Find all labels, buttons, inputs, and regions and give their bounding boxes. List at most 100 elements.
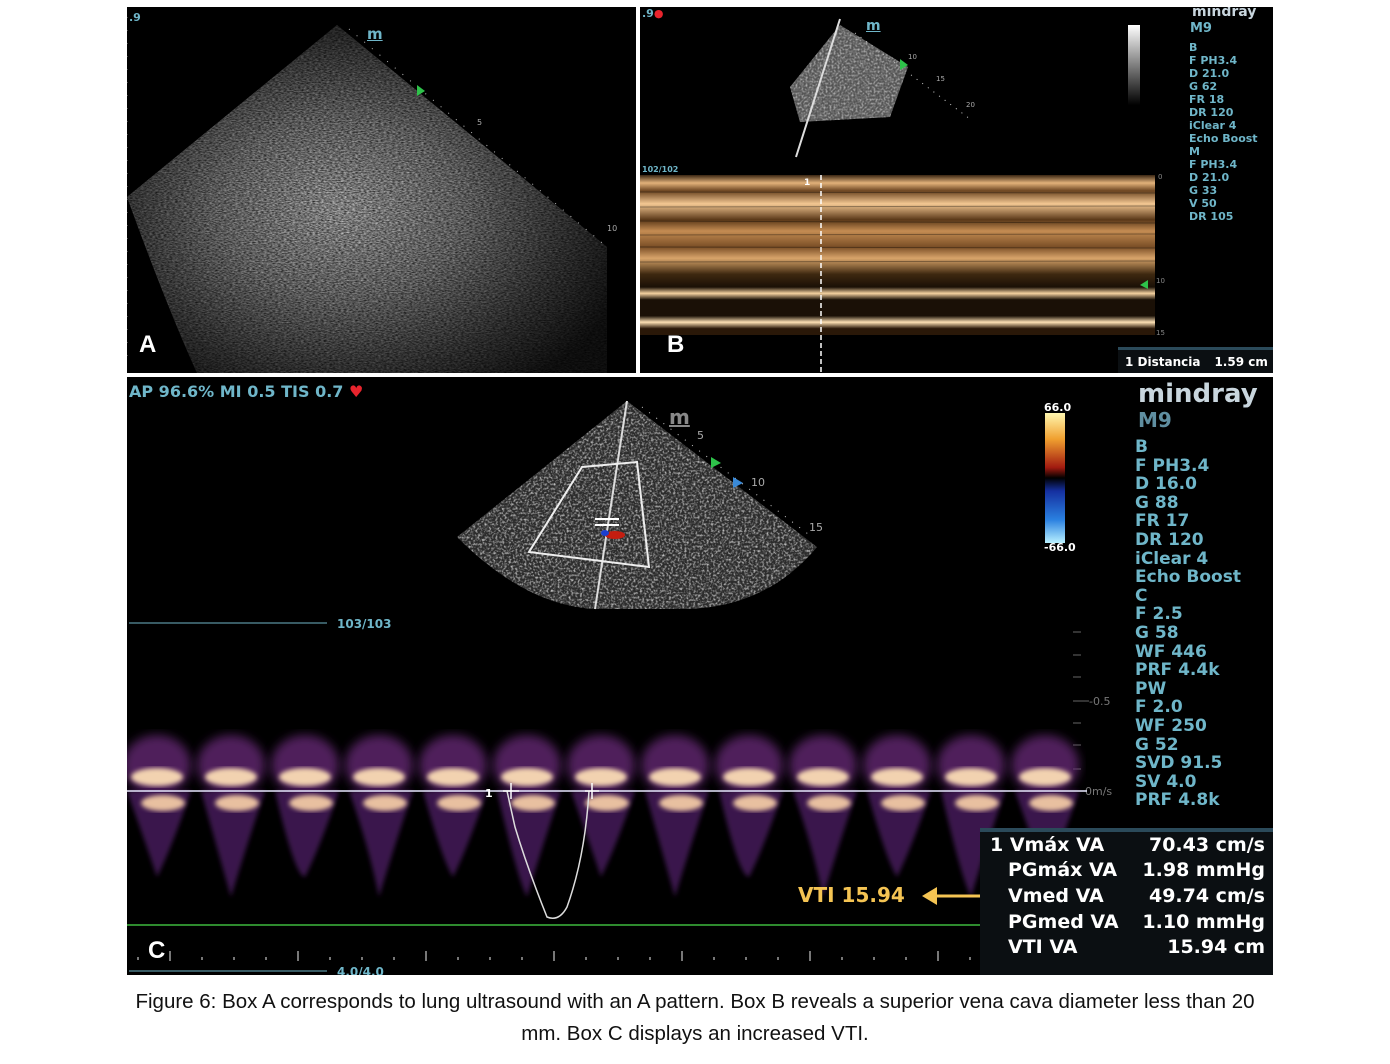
panel-c-label: C xyxy=(148,937,166,964)
doppler-core xyxy=(575,768,627,786)
m-scale-10: 10 xyxy=(1156,277,1165,285)
param-10: D 21.0 xyxy=(1189,171,1230,184)
lung-sector-image: 5 10 xyxy=(127,17,617,373)
param-9: F PH3.4 xyxy=(1189,158,1238,171)
doppler-core xyxy=(353,768,405,786)
distance-measurement: 1 Distancia 1.59 cm xyxy=(1118,347,1273,373)
panel-a-label: A xyxy=(139,331,157,358)
time-tick xyxy=(425,951,427,961)
measurement-value: 15.94 cm xyxy=(1167,936,1265,959)
param-3: G 88 xyxy=(1135,492,1179,513)
doppler-baseline-label: 0m/s xyxy=(1085,785,1112,798)
doppler-core xyxy=(955,795,999,811)
sector-tick-15: 15 xyxy=(809,521,823,534)
heart-icon: ♥ xyxy=(349,382,364,401)
doppler-core xyxy=(649,768,701,786)
panel-c: 5 10 15 66.0 -66.0 103/103 -0.5 0m/s 1 4… xyxy=(127,377,1273,975)
time-tick xyxy=(969,957,971,960)
param-2: D 21.0 xyxy=(1189,67,1230,80)
param-12: V 50 xyxy=(1189,197,1217,210)
param-4: FR 18 xyxy=(1189,93,1225,106)
time-tick xyxy=(457,957,459,960)
doppler-cursor-mark: 1 xyxy=(485,787,493,800)
time-tick xyxy=(233,957,235,960)
m-scale-0: 0 xyxy=(1158,173,1162,181)
measurement-row: VTI VA 15.94 cm xyxy=(980,934,1273,960)
measurement-label: Vmed VA xyxy=(1008,884,1104,907)
figure-caption: Figure 6: Box A corresponds to lung ultr… xyxy=(0,986,1390,1050)
param-1: F PH3.4 xyxy=(1135,455,1210,476)
doppler-core xyxy=(437,795,481,811)
time-tick xyxy=(137,957,139,960)
vti-annotation: VTI 15.94 xyxy=(798,883,905,907)
time-tick xyxy=(329,957,331,960)
param-0: B xyxy=(1135,437,1148,457)
time-tick xyxy=(841,957,843,960)
probe-marker: m xyxy=(669,405,690,429)
param-17: SVD 91.5 xyxy=(1135,753,1223,774)
doppler-core xyxy=(511,795,555,811)
color-scale-max: 66.0 xyxy=(1044,401,1071,414)
time-tick xyxy=(393,957,395,960)
top-left-mark: .9 xyxy=(129,11,141,24)
param-16: G 52 xyxy=(1135,734,1179,755)
param-1: F PH3.4 xyxy=(1189,54,1238,67)
panel-b: 10 15 20 1 0 10 15 .9● m 102/102 mindray… xyxy=(640,7,1273,373)
doppler-upper-envelope xyxy=(127,735,191,795)
sector-tick-15: 15 xyxy=(936,75,945,83)
param-9: F 2.5 xyxy=(1135,604,1183,625)
imaging-params: BF PH3.4 D 16.0 G 88 FR 17 DR 120 iClear 4 Ech… xyxy=(1135,438,1241,810)
measurement-value: 49.74 cm/s xyxy=(1148,884,1265,907)
depth-tick-5: 5 xyxy=(477,118,482,127)
m-scale-15: 15 xyxy=(1156,329,1165,337)
param-6: iClear 4 xyxy=(1189,119,1237,132)
param-2: D 16.0 xyxy=(1135,474,1197,495)
measurement-row: 1 Vmáx VA 70.43 cm/s xyxy=(980,832,1273,858)
doppler-core xyxy=(141,795,185,811)
caption-line-2: mm. Box C displays an increased VTI. xyxy=(521,1022,869,1045)
measurement-row: PGmáx VA 1.98 mmHg xyxy=(980,858,1273,884)
sector-tick-20: 20 xyxy=(966,101,975,109)
time-tick xyxy=(681,951,683,961)
time-tick xyxy=(777,957,779,960)
param-19: PRF 4.8k xyxy=(1135,790,1220,811)
depth-tick-10: 10 xyxy=(607,224,617,233)
doppler-core xyxy=(215,795,259,811)
measurement-label: PGmáx VA xyxy=(1008,859,1118,882)
measurement-value: 1.10 mmHg xyxy=(1142,910,1265,933)
time-tick xyxy=(905,957,907,960)
time-tick xyxy=(297,951,299,961)
panel-b-label: B xyxy=(667,331,685,358)
frame-counter: 102/102 xyxy=(642,165,679,174)
color-scale-min: -66.0 xyxy=(1044,541,1076,554)
param-11: G 33 xyxy=(1189,184,1218,197)
distance-label: 1 Distancia xyxy=(1125,354,1201,369)
model-label: M9 xyxy=(1190,21,1212,36)
time-tick xyxy=(585,957,587,960)
doppler-core xyxy=(427,768,479,786)
doppler-core xyxy=(807,795,851,811)
param-4: FR 17 xyxy=(1135,511,1190,532)
doppler-core xyxy=(289,795,333,811)
time-tick xyxy=(809,951,811,961)
measurement-value: 70.43 cm/s xyxy=(1148,833,1265,856)
brand-logo: mindray xyxy=(1192,7,1257,20)
doppler-core xyxy=(501,768,553,786)
sector-tick-5: 5 xyxy=(697,429,704,442)
doppler-core xyxy=(797,768,849,786)
time-tick xyxy=(489,957,491,960)
param-8: M xyxy=(1189,145,1200,158)
doppler-core xyxy=(945,768,997,786)
panel-a: 5 10 .9 m A xyxy=(127,7,636,373)
vena-cava-image: 10 15 20 1 0 10 15 xyxy=(640,18,1165,373)
measurement-label: PGmed VA xyxy=(1008,910,1119,933)
doppler-core xyxy=(1029,795,1073,811)
doppler-core xyxy=(881,795,925,811)
doppler-core xyxy=(871,768,923,786)
doppler-core xyxy=(733,795,777,811)
sector-tick-10: 10 xyxy=(908,53,917,61)
m-mode-cursor-mark: 1 xyxy=(804,178,810,188)
frame-counter: 103/103 xyxy=(337,617,391,631)
m-mode-trace xyxy=(640,175,1155,335)
measurement-label: 1 Vmáx VA xyxy=(990,833,1105,856)
